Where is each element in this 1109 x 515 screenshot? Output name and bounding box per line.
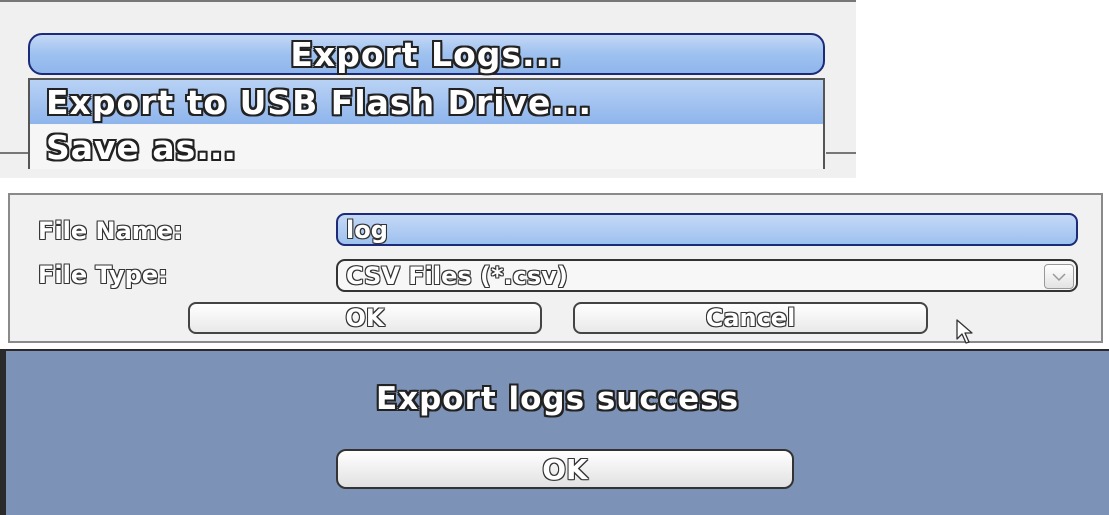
- ok-button-label: OK: [345, 304, 385, 332]
- file-name-label: File Name:: [38, 217, 183, 245]
- file-type-select[interactable]: CSV Files (*.csv): [336, 259, 1078, 292]
- menu-item-label: Save as...: [46, 127, 237, 167]
- success-ok-label: OK: [542, 452, 588, 486]
- export-logs-label: Export Logs...: [290, 34, 563, 74]
- export-menu-panel: Export Logs... Export to USB Flash Drive…: [0, 0, 856, 178]
- export-success-panel: Export logs success OK: [0, 349, 1109, 515]
- chevron-down-icon[interactable]: [1044, 264, 1074, 289]
- cancel-button-label: Cancel: [705, 304, 796, 332]
- file-name-input[interactable]: log: [336, 213, 1078, 246]
- success-message: Export logs success: [375, 381, 740, 417]
- export-dropdown-menu: Export to USB Flash Drive... Save as...: [28, 78, 825, 169]
- success-ok-button[interactable]: OK: [336, 449, 794, 489]
- file-type-label: File Type:: [38, 261, 168, 289]
- file-name-value: log: [346, 215, 388, 244]
- divider: [826, 152, 856, 154]
- mouse-cursor-icon: [956, 319, 973, 344]
- menu-item-label: Export to USB Flash Drive...: [46, 82, 593, 122]
- cancel-button[interactable]: Cancel: [573, 302, 928, 334]
- menu-item-save-as[interactable]: Save as...: [30, 125, 823, 169]
- file-type-value: CSV Files (*.csv): [346, 261, 568, 290]
- save-as-dialog: File Name: File Type: log CSV Files (*.c…: [8, 193, 1103, 344]
- ok-button[interactable]: OK: [188, 302, 542, 334]
- divider: [0, 152, 30, 154]
- export-logs-button[interactable]: Export Logs...: [28, 33, 825, 75]
- menu-item-export-usb[interactable]: Export to USB Flash Drive...: [30, 80, 823, 124]
